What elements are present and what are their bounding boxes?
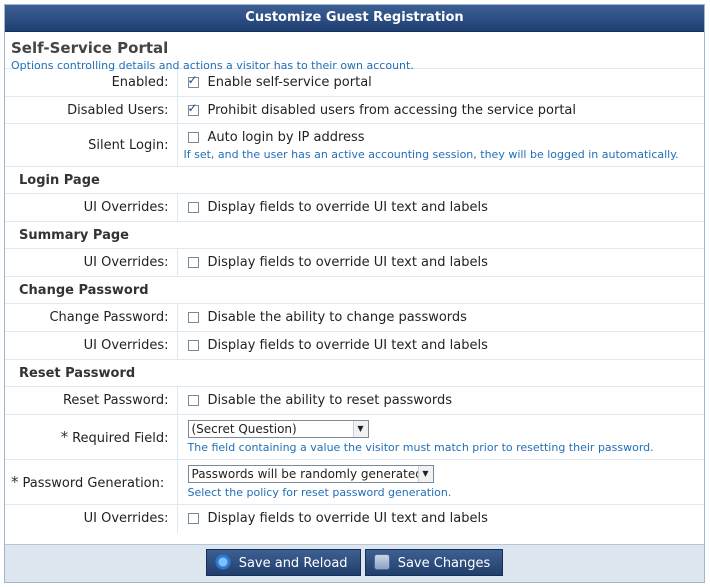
prohibit-disabled-users-checkbox-label[interactable]: Prohibit disabled users from accessing t…: [208, 103, 577, 118]
required-marker: *: [60, 428, 69, 446]
save-changes-label: Save Changes: [397, 556, 491, 571]
row-password-generation: * Password Generation: Passwords will be …: [5, 459, 704, 505]
reset-password-heading: Reset Password: [5, 359, 704, 387]
login-page-heading: Login Page: [5, 166, 704, 194]
summary-page-heading-row: Summary Page: [5, 221, 704, 249]
row-login-ui-overrides: UI Overrides: Display fields to override…: [5, 193, 704, 222]
auto-login-ip-checkbox-label[interactable]: Auto login by IP address: [208, 130, 365, 145]
change-password-ui-overrides-checkbox-label[interactable]: Display fields to override UI text and l…: [208, 338, 488, 353]
login-ui-overrides-checkbox[interactable]: [187, 202, 199, 213]
summary-ui-overrides-label: UI Overrides:: [5, 248, 178, 277]
enable-portal-checkbox-label[interactable]: Enable self-service portal: [208, 75, 372, 90]
disabled-users-label: Disabled Users:: [5, 96, 178, 124]
required-field-select[interactable]: (Secret Question) ▼: [187, 420, 369, 438]
disable-change-password-checkbox[interactable]: [187, 312, 199, 323]
auto-login-ip-checkbox[interactable]: [187, 131, 199, 143]
row-change-password-ui-overrides: UI Overrides: Display fields to override…: [5, 331, 704, 360]
password-generation-label: Password Generation:: [22, 476, 165, 491]
silent-login-label: Silent Login:: [5, 123, 178, 167]
row-summary-ui-overrides: UI Overrides: Display fields to override…: [5, 248, 704, 277]
password-generation-select[interactable]: Passwords will be randomly generated ▼: [187, 465, 434, 483]
disable-change-password-checkbox-label[interactable]: Disable the ability to change passwords: [208, 310, 467, 325]
settings-table: Enabled: Enable self-service portal Disa…: [5, 68, 704, 533]
required-field-hint: The field containing a value the visitor…: [187, 441, 654, 454]
form-title: Customize Guest Registration: [5, 5, 704, 32]
required-field-label: Required Field:: [72, 431, 169, 446]
summary-ui-overrides-checkbox-label[interactable]: Display fields to override UI text and l…: [208, 255, 488, 270]
silent-login-hint: If set, and the user has an active accou…: [183, 147, 679, 161]
disable-reset-password-checkbox-label[interactable]: Disable the ability to reset passwords: [208, 393, 453, 408]
summary-page-heading: Summary Page: [5, 221, 704, 249]
password-generation-hint: Select the policy for reset password gen…: [187, 486, 452, 499]
login-page-heading-row: Login Page: [5, 166, 704, 194]
form-footer: Save and Reload Save Changes: [5, 544, 704, 582]
change-password-label: Change Password:: [5, 303, 178, 332]
disable-reset-password-checkbox[interactable]: [187, 395, 199, 406]
row-reset-ui-overrides: UI Overrides: Display fields to override…: [5, 504, 704, 533]
section-title: Self-Service Portal: [11, 39, 169, 57]
row-silent-login: Silent Login: Auto login by IP address I…: [5, 123, 704, 167]
summary-ui-overrides-checkbox[interactable]: [187, 257, 199, 268]
enable-portal-checkbox[interactable]: [187, 73, 199, 88]
reload-icon: [214, 554, 231, 570]
save-and-reload-button[interactable]: Save and Reload: [205, 549, 361, 576]
enabled-label: Enabled:: [5, 68, 178, 97]
reset-password-heading-row: Reset Password: [5, 359, 704, 387]
row-required-field: * Required Field: (Secret Question) ▼ The…: [5, 414, 704, 460]
row-disabled-users: Disabled Users: Prohibit disabled users …: [5, 96, 704, 124]
reset-ui-overrides-label: UI Overrides:: [5, 504, 178, 533]
dropdown-arrow-icon[interactable]: ▼: [352, 421, 368, 437]
save-icon: [373, 554, 390, 570]
reset-ui-overrides-checkbox[interactable]: [187, 513, 199, 525]
change-password-ui-overrides-checkbox[interactable]: [187, 340, 199, 351]
section-header: Self-Service Portal Options controlling …: [5, 32, 704, 73]
row-reset-password: Reset Password: Disable the ability to r…: [5, 386, 704, 415]
prohibit-disabled-users-checkbox[interactable]: [187, 101, 199, 116]
row-change-password: Change Password: Disable the ability to …: [5, 303, 704, 332]
save-and-reload-label: Save and Reload: [238, 556, 348, 571]
password-generation-select-value: Passwords will be randomly generated: [191, 467, 423, 481]
save-changes-button[interactable]: Save Changes: [364, 549, 504, 576]
dropdown-arrow-icon[interactable]: ▼: [417, 466, 433, 482]
required-marker: *: [11, 473, 19, 491]
change-password-ui-overrides-label: UI Overrides:: [5, 331, 178, 360]
login-ui-overrides-checkbox-label[interactable]: Display fields to override UI text and l…: [208, 200, 488, 215]
customize-guest-registration-form: Customize Guest Registration Self-Servic…: [4, 4, 705, 583]
change-password-heading-row: Change Password: [5, 276, 704, 304]
row-enabled: Enabled: Enable self-service portal: [5, 68, 704, 97]
change-password-heading: Change Password: [5, 276, 704, 304]
required-field-select-value: (Secret Question): [191, 422, 297, 436]
reset-password-label: Reset Password:: [5, 386, 178, 415]
login-ui-overrides-label: UI Overrides:: [5, 193, 178, 222]
reset-ui-overrides-checkbox-label[interactable]: Display fields to override UI text and l…: [208, 511, 488, 526]
